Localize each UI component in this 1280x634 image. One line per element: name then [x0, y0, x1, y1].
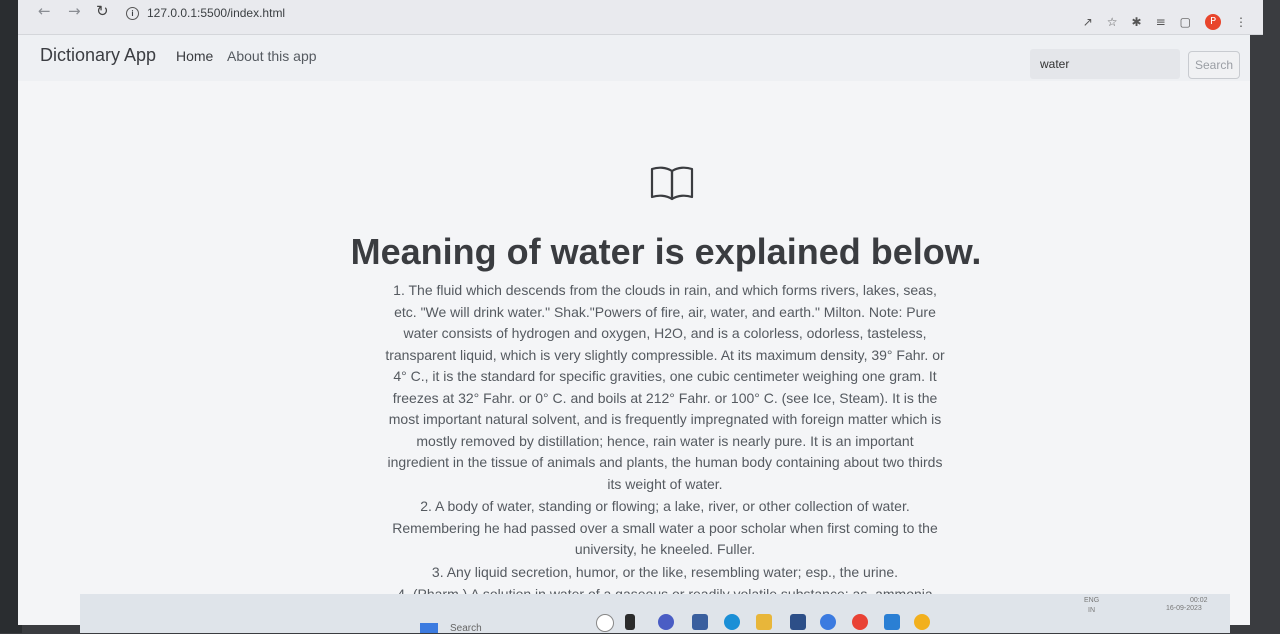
app-icon[interactable]	[820, 614, 836, 630]
file-explorer-icon[interactable]	[756, 614, 772, 630]
store-icon[interactable]	[790, 614, 806, 630]
forward-arrow-icon[interactable]: →	[68, 2, 81, 20]
taskbar-search[interactable]: Search	[450, 623, 482, 634]
clock-date[interactable]: 16-09-2023	[1166, 605, 1202, 612]
region-indicator: IN	[1088, 607, 1095, 614]
bookmark-star-icon[interactable]: ☆	[1107, 15, 1118, 29]
address-bar[interactable]: i 127.0.0.1:5500/index.html	[126, 2, 1026, 24]
url-text: 127.0.0.1:5500/index.html	[147, 6, 286, 20]
extensions-icon[interactable]: ✱	[1132, 15, 1142, 29]
open-book-icon	[650, 166, 694, 201]
chrome-icon[interactable]	[852, 614, 868, 630]
web-page: Dictionary App Home About this app Searc…	[18, 35, 1250, 625]
mail-icon[interactable]	[692, 614, 708, 630]
back-arrow-icon[interactable]: ←	[38, 2, 51, 20]
page-title: Meaning of water is explained below.	[350, 231, 982, 272]
browser-actions: ↗ ☆ ✱ ≡ ▢ P ⋮	[1083, 14, 1247, 30]
nav-link-home[interactable]: Home	[176, 48, 213, 64]
navbar: Dictionary App Home About this app Searc…	[18, 35, 1250, 81]
reload-icon[interactable]: ↻	[96, 2, 109, 20]
meaning-item: 3. Any liquid secretion, humor, or the l…	[431, 563, 899, 580]
meaning-item: 2. A body of water, standing or flowing;…	[392, 498, 938, 557]
bing-icon[interactable]	[596, 614, 614, 632]
edge-browser-icon[interactable]	[724, 614, 740, 630]
search-button[interactable]: Search	[1188, 51, 1240, 79]
screen: ← → ↻ i 127.0.0.1:5500/index.html ↗ ☆ ✱ …	[0, 0, 1280, 634]
browser-toolbar: ← → ↻ i 127.0.0.1:5500/index.html ↗ ☆ ✱ …	[18, 0, 1263, 35]
profile-avatar[interactable]: P	[1205, 14, 1221, 30]
meaning-item: 1. The fluid which descends from the clo…	[385, 282, 945, 492]
site-info-icon[interactable]: i	[126, 6, 139, 20]
clock-time[interactable]: 00:02	[1190, 597, 1208, 604]
side-panel-icon[interactable]: ▢	[1180, 15, 1191, 29]
menu-kebab-icon[interactable]: ⋮	[1235, 15, 1247, 29]
start-button-icon[interactable]	[420, 623, 438, 633]
vscode-icon[interactable]	[884, 614, 900, 630]
brand-link[interactable]: Dictionary App	[40, 45, 156, 66]
language-indicator[interactable]: ENG	[1084, 597, 1099, 604]
meanings-list: 1. The fluid which descends from the clo…	[384, 280, 946, 607]
taskbar: Search ENG IN 00:02 16-09-2023	[80, 594, 1230, 634]
chat-icon[interactable]	[658, 614, 674, 630]
chrome-canary-icon[interactable]	[914, 614, 930, 630]
nav-link-about[interactable]: About this app	[227, 48, 317, 64]
task-view-icon[interactable]	[625, 614, 635, 630]
reading-list-icon[interactable]: ≡	[1156, 15, 1166, 29]
search-input[interactable]	[1030, 49, 1180, 79]
share-icon[interactable]: ↗	[1083, 15, 1093, 29]
